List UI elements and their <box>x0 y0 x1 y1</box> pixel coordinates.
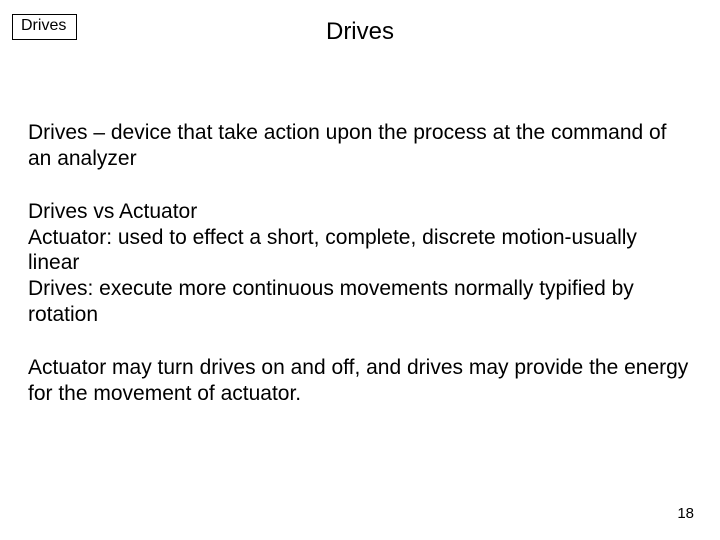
comparison-heading: Drives vs Actuator <box>28 199 692 225</box>
comparison-actuator: Actuator: used to effect a short, comple… <box>28 225 692 276</box>
slide-body: Drives – device that take action upon th… <box>28 120 692 434</box>
comparison-drives: Drives: execute more continuous movement… <box>28 276 692 327</box>
paragraph-comparison: Drives vs Actuator Actuator: used to eff… <box>28 199 692 327</box>
paragraph-definition: Drives – device that take action upon th… <box>28 120 692 171</box>
slide-title: Drives <box>0 18 720 46</box>
paragraph-relationship: Actuator may turn drives on and off, and… <box>28 355 692 406</box>
page-number: 18 <box>677 505 694 522</box>
